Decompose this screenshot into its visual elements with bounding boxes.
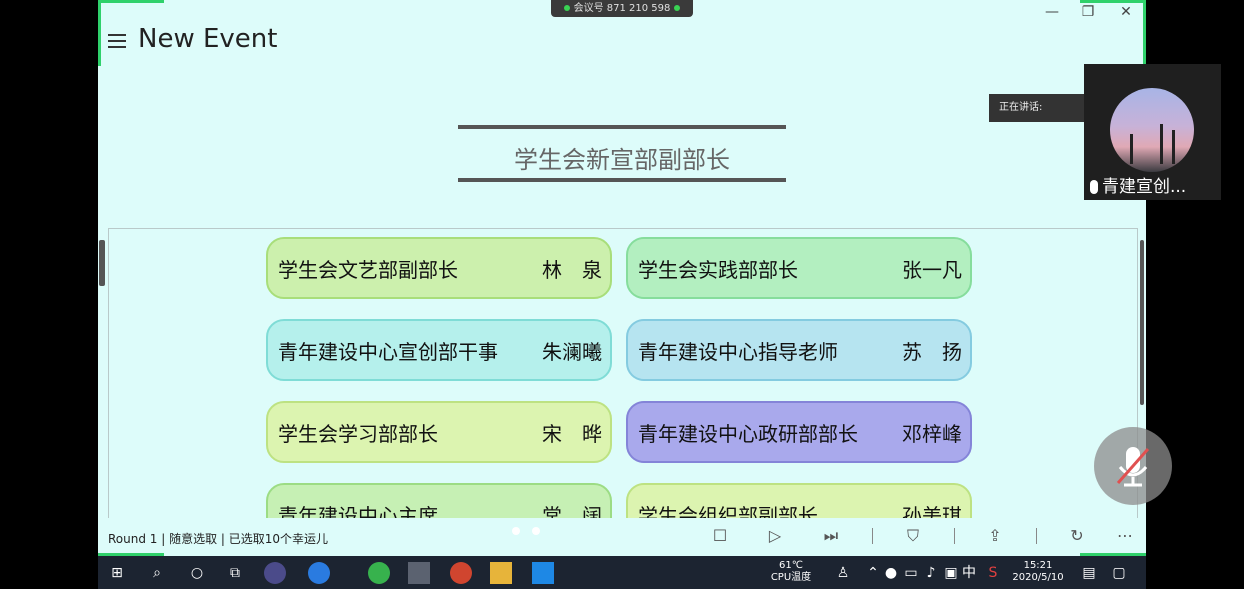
cpu-temp-value: 61℃ (779, 560, 803, 571)
winner-card[interactable]: 青年建设中心政研部部长 邓梓峰 (626, 401, 972, 463)
left-scrollbar[interactable] (99, 240, 105, 286)
winner-name: 孙美琪 (902, 503, 962, 520)
page-heading: 学生会新宣部副部长 (514, 146, 730, 174)
window-corner-accent (1080, 0, 1146, 3)
more-icon[interactable]: ⋯ (1114, 526, 1136, 545)
ie-browser-icon[interactable] (308, 562, 330, 584)
green-app-icon[interactable] (368, 562, 390, 584)
winner-name: 常 阔 (542, 503, 602, 520)
store-icon[interactable] (408, 562, 430, 584)
winner-name: 邓梓峰 (902, 421, 962, 446)
toolbar-separator (1036, 528, 1037, 544)
pager-dots (506, 520, 546, 539)
clock-time: 15:21 (1023, 560, 1053, 571)
winner-name: 苏 扬 (902, 339, 962, 364)
vertical-scrollbar[interactable] (1140, 240, 1144, 405)
winner-card[interactable]: 青年建设中心指导老师 苏 扬 (626, 319, 972, 381)
close-button[interactable]: ✕ (1116, 4, 1136, 20)
winner-name: 宋 晔 (542, 421, 602, 446)
reset-icon[interactable]: ↻ (1066, 526, 1088, 545)
toolbar-separator (872, 528, 873, 544)
winner-card[interactable]: 学生会学习部部长 宋 晔 (266, 401, 612, 463)
task-view-icon[interactable]: ⧉ (224, 562, 246, 584)
connection-icon (563, 5, 570, 11)
window-corner-accent (98, 0, 164, 3)
winner-role: 学生会组织部副部长 (638, 503, 818, 520)
next-button[interactable]: ⏭ (820, 526, 842, 546)
cortana-icon[interactable]: ○ (186, 562, 208, 584)
filter-icon[interactable]: ⛉ (902, 526, 924, 546)
app-pinwheel-icon[interactable] (264, 562, 286, 584)
battery-icon[interactable]: ▭ (900, 562, 922, 584)
winner-name: 朱澜曦 (542, 339, 602, 364)
app-title: New Event (138, 24, 278, 54)
menu-icon[interactable] (108, 34, 126, 48)
winner-role: 学生会学习部部长 (278, 421, 438, 446)
sogou-ime-icon[interactable]: S (982, 562, 1004, 584)
winner-card[interactable]: 青年建设中心主席 常 阔 (266, 483, 612, 519)
status-dot-icon (674, 5, 681, 11)
start-icon[interactable]: ⊞ (106, 562, 128, 584)
share-icon[interactable]: ⇪ (984, 526, 1006, 545)
file-explorer-icon[interactable] (490, 562, 512, 584)
ime-indicator[interactable]: 中 (958, 562, 980, 584)
winner-name: 张一凡 (902, 257, 962, 282)
bottom-toolbar: Round 1 | 随意选取 | 已选取10个幸运儿 ☐ ▷ ⏭ ⛉ ⇪ ↻ ⋯ (98, 518, 1146, 556)
winner-role: 青年建设中心政研部部长 (638, 421, 858, 446)
meeting-id-label: 会议号 871 210 598 (573, 3, 671, 14)
participant-name-row: 青建宣创... (1090, 172, 1218, 197)
pager-dot[interactable] (512, 527, 520, 535)
microphone-icon (1090, 180, 1098, 194)
winner-card[interactable]: 学生会文艺部副部长 林 泉 (266, 237, 612, 299)
restore-button[interactable]: ❐ (1078, 4, 1098, 20)
pager-dot[interactable] (532, 527, 540, 535)
winner-card[interactable]: 学生会组织部副部长 孙美琪 (626, 483, 972, 519)
window-corner-accent (1143, 0, 1146, 66)
meeting-id-pill[interactable]: 会议号 871 210 598 (551, 0, 693, 17)
search-icon[interactable]: ⌕ (146, 562, 168, 584)
round-status: Round 1 | 随意选取 | 已选取10个幸运儿 (108, 532, 329, 546)
mute-microphone-button[interactable] (1094, 427, 1172, 505)
notifications-icon[interactable]: ▤ (1078, 562, 1100, 584)
user-icon[interactable]: ♙ (832, 562, 854, 584)
volume-icon[interactable]: ♪ (920, 562, 942, 584)
muted-mic-icon (1116, 447, 1150, 487)
window-corner-accent (98, 0, 101, 66)
winner-role: 学生会文艺部副部长 (278, 257, 458, 282)
action-center-icon[interactable]: ▢ (1108, 562, 1130, 584)
tencent-meeting-icon[interactable] (532, 562, 554, 584)
winner-name: 林 泉 (542, 257, 602, 282)
winner-role: 青年建设中心宣创部干事 (278, 339, 498, 364)
cpu-temperature: 61℃ CPU温度 (766, 560, 816, 584)
clock[interactable]: 15:21 2020/5/10 (1006, 560, 1070, 584)
winner-grid: 学生会文艺部副部长林 泉学生会实践部部长 张一凡 青年建设中心宣创部干事 朱澜曦 青年建… (108, 228, 1138, 519)
speaking-indicator: 正在讲话: (989, 94, 1085, 122)
app-window: New Event — ❐ ✕ 学生会新宣部副部长 学生会文艺部副部长林 泉学生… (98, 0, 1146, 556)
clock-date: 2020/5/10 (1012, 572, 1064, 583)
winner-card[interactable]: 青年建设中心宣创部干事 朱澜曦 (266, 319, 612, 381)
winner-card[interactable]: 学生会实践部部长 张一凡 (626, 237, 972, 299)
toolbar-separator (954, 528, 955, 544)
stop-button[interactable]: ☐ (709, 526, 731, 545)
cpu-temp-label: CPU温度 (770, 572, 812, 583)
winner-role: 学生会实践部部长 (638, 257, 798, 282)
tray-app-icon[interactable]: ● (880, 562, 902, 584)
play-button[interactable]: ▷ (764, 526, 786, 545)
participant-video-tile[interactable]: 青建宣创... (1084, 64, 1221, 200)
heading-top-rule (458, 125, 786, 129)
powerpoint-icon[interactable] (450, 562, 472, 584)
heading-bottom-rule (458, 178, 786, 182)
minimize-button[interactable]: — (1042, 4, 1062, 20)
winner-role: 青年建设中心指导老师 (638, 339, 838, 364)
windows-taskbar: ⊞ ⌕ ○ ⧉ 61℃ CPU温度 ♙ ⌃ ● ▭ ♪ ▣ 中 S 15:21 … (98, 556, 1146, 589)
winner-role: 青年建设中心主席 (278, 503, 438, 520)
participant-name: 青建宣创... (1102, 177, 1187, 197)
avatar (1110, 88, 1194, 172)
